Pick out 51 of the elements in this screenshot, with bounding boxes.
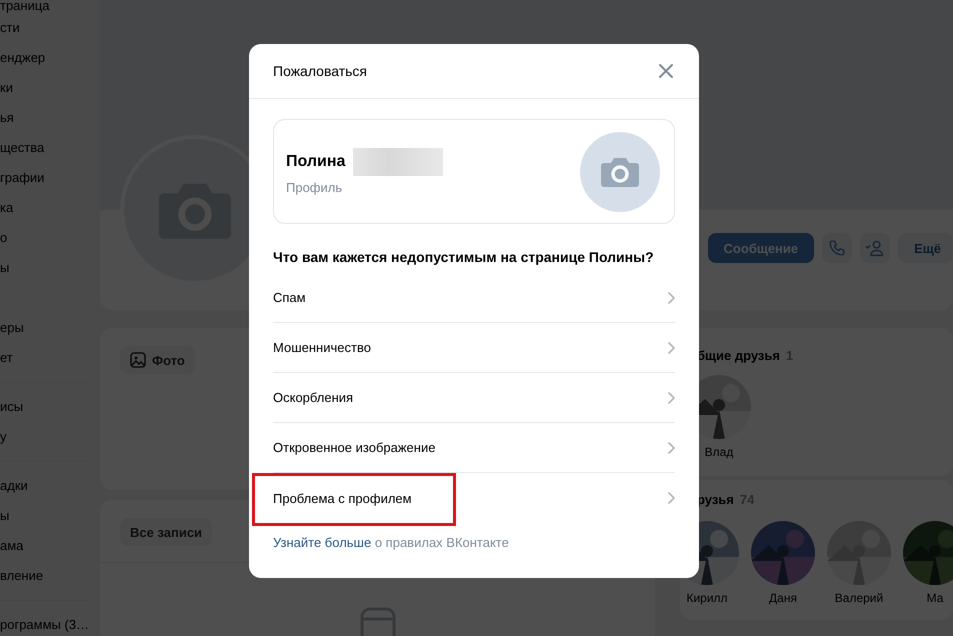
more-button[interactable]: Ещё: [898, 233, 953, 263]
profile-name: Полина: [286, 153, 346, 171]
all-posts-button[interactable]: Все записи: [120, 518, 212, 546]
question-text: Что вам кажется недопустимым на странице Полины?: [273, 249, 655, 265]
menu-item[interactable]: ет: [0, 343, 100, 373]
menu-item[interactable]: ья: [0, 103, 100, 133]
menu-item[interactable]: ы: [0, 253, 100, 283]
empty-posts-icon: [360, 607, 396, 636]
call-button[interactable]: [822, 233, 852, 263]
menu-item[interactable]: сти: [0, 13, 100, 43]
reason-item[interactable]: Мошенничество: [273, 323, 675, 373]
chevron-icon: [668, 342, 675, 354]
close-button[interactable]: [657, 62, 675, 80]
rules-note: Узнайте больше о правилах ВКонтакте: [273, 535, 510, 550]
menu-item[interactable]: енджер: [0, 43, 100, 73]
chevron-icon: [668, 492, 675, 504]
reason-item[interactable]: Откровенное изображение: [273, 423, 675, 473]
friend-name[interactable]: Кирилл: [686, 591, 728, 605]
chevron-icon: [668, 442, 675, 454]
friend-name[interactable]: Даня: [769, 591, 797, 605]
chevron-icon: [668, 292, 675, 304]
phone-icon: [828, 239, 846, 257]
friend-name[interactable]: Валерий: [834, 591, 884, 605]
menu-item[interactable]: адки: [0, 471, 100, 501]
image-icon: [130, 352, 146, 368]
menu-item[interactable]: вление: [0, 561, 100, 591]
photo-button[interactable]: Фото: [120, 346, 195, 374]
person-check-icon: [865, 239, 886, 257]
menu-item[interactable]: щества: [0, 133, 100, 163]
learn-more-link[interactable]: Узнайте больше: [273, 535, 372, 550]
menu-item[interactable]: графии: [0, 163, 100, 193]
friend-name[interactable]: Ма: [926, 591, 944, 605]
chevron-icon: [668, 392, 675, 404]
menu-item[interactable]: ка: [0, 193, 100, 223]
friend-name[interactable]: Влад: [704, 445, 734, 459]
menu-item[interactable]: траница: [0, 0, 100, 13]
menu-item[interactable]: ки: [0, 73, 100, 103]
reason-item[interactable]: Оскорбления: [273, 373, 675, 423]
profile-label: Профиль: [286, 180, 344, 195]
menu-item[interactable]: о: [0, 223, 100, 253]
camera-icon: [600, 156, 640, 188]
reason-item[interactable]: Спам: [273, 273, 675, 323]
friend-status-button[interactable]: [860, 233, 890, 263]
menu-item[interactable]: ама: [0, 531, 100, 561]
close-icon: [657, 62, 675, 80]
menu-item[interactable]: рограммы (3…: [0, 610, 100, 636]
menu-item[interactable]: у: [0, 422, 100, 452]
menu-item[interactable]: исы: [0, 392, 100, 422]
dialog-title: Пожаловаться: [273, 63, 368, 79]
menu-item[interactable]: ы: [0, 501, 100, 531]
menu-item[interactable]: еры: [0, 313, 100, 343]
